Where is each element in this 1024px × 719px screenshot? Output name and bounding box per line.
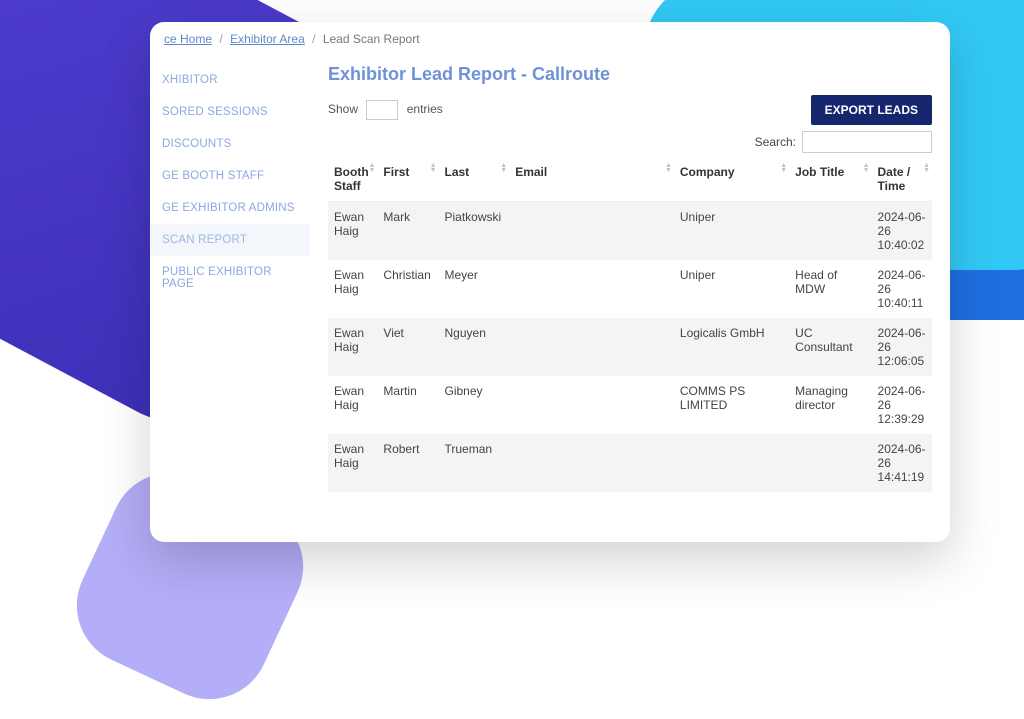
cell-date-time: 2024-06-26 14:41:19 (872, 434, 932, 492)
cell-email (509, 260, 674, 318)
breadcrumb: ce Home / Exhibitor Area / Lead Scan Rep… (150, 22, 950, 54)
cell-last: Nguyen (439, 318, 510, 376)
cell-booth-staff: Ewan Haig (328, 318, 377, 376)
th-company[interactable]: Company▲▼ (674, 159, 789, 202)
table-row: Ewan HaigRobertTrueman 2024-06-26 14:41:1… (328, 434, 932, 492)
cell-booth-staff: Ewan Haig (328, 202, 377, 261)
app-window: ce Home / Exhibitor Area / Lead Scan Rep… (150, 22, 950, 542)
sidebar-item-sponsored[interactable]: SORED SESSIONS (150, 96, 310, 128)
sidebar-item-exhibitor-admins[interactable]: GE EXHIBITOR ADMINS (150, 192, 310, 224)
cell-date-time: 2024-06-26 10:40:02 (872, 202, 932, 261)
cell-last: Meyer (439, 260, 510, 318)
cell-last: Gibney (439, 376, 510, 434)
table-row: Ewan HaigMartinGibney COMMS PS LIMITEDMan… (328, 376, 932, 434)
cell-company: Uniper (674, 260, 789, 318)
leads-table: Booth Staff▲▼ First▲▼ Last▲▼ Email▲▼ Com… (328, 159, 932, 492)
cell-job-title (789, 202, 871, 261)
cell-email (509, 434, 674, 492)
sort-icon: ▲▼ (430, 163, 437, 173)
show-label-suffix: entries (407, 102, 443, 116)
breadcrumb-current: Lead Scan Report (323, 32, 420, 46)
cell-booth-staff: Ewan Haig (328, 260, 377, 318)
export-leads-button[interactable]: EXPORT LEADS (811, 95, 932, 125)
search-label: Search: (755, 135, 796, 149)
cell-company (674, 434, 789, 492)
breadcrumb-home[interactable]: ce Home (164, 32, 212, 46)
sort-icon: ▲▼ (780, 163, 787, 173)
page-title: Exhibitor Lead Report - Callroute (328, 64, 932, 85)
th-last[interactable]: Last▲▼ (439, 159, 510, 202)
breadcrumb-exhibitor-area[interactable]: Exhibitor Area (230, 32, 305, 46)
sort-icon: ▲▼ (665, 163, 672, 173)
th-date-time[interactable]: Date / Time▲▼ (872, 159, 932, 202)
cell-first: Robert (377, 434, 438, 492)
table-row: Ewan HaigChristianMeyer UniperHead of MDW… (328, 260, 932, 318)
cell-first: Christian (377, 260, 438, 318)
cell-booth-staff: Ewan Haig (328, 434, 377, 492)
sidebar-item-public-page[interactable]: PUBLIC EXHIBITOR PAGE (150, 256, 310, 300)
cell-date-time: 2024-06-26 12:39:29 (872, 376, 932, 434)
cell-first: Martin (377, 376, 438, 434)
cell-date-time: 2024-06-26 10:40:11 (872, 260, 932, 318)
th-first[interactable]: First▲▼ (377, 159, 438, 202)
search-row: Search: (328, 131, 932, 153)
sidebar: XHIBITOR SORED SESSIONS DISCOUNTS GE BOO… (150, 54, 310, 542)
cell-date-time: 2024-06-26 12:06:05 (872, 318, 932, 376)
cell-company: Logicalis GmbH (674, 318, 789, 376)
sort-icon: ▲▼ (923, 163, 930, 173)
breadcrumb-sep: / (215, 32, 226, 46)
table-row: Ewan HaigVietNguyen Logicalis GmbHUC Cons… (328, 318, 932, 376)
th-booth-staff[interactable]: Booth Staff▲▼ (328, 159, 377, 202)
breadcrumb-sep: / (308, 32, 319, 46)
show-entries: Show entries (328, 100, 443, 120)
table-row: Ewan HaigMarkPiatkowski Uniper 2024-06-26 … (328, 202, 932, 261)
show-label-prefix: Show (328, 102, 358, 116)
sort-icon: ▲▼ (863, 163, 870, 173)
entries-input[interactable] (366, 100, 398, 120)
search-input[interactable] (802, 131, 932, 153)
cell-email (509, 376, 674, 434)
th-job-title[interactable]: Job Title▲▼ (789, 159, 871, 202)
cell-email (509, 318, 674, 376)
cell-last: Trueman (439, 434, 510, 492)
main-content: Exhibitor Lead Report - Callroute Show e… (310, 54, 950, 542)
cell-company: Uniper (674, 202, 789, 261)
cell-job-title: Head of MDW (789, 260, 871, 318)
sidebar-item-discounts[interactable]: DISCOUNTS (150, 128, 310, 160)
cell-last: Piatkowski (439, 202, 510, 261)
sidebar-item-exhibitor[interactable]: XHIBITOR (150, 64, 310, 96)
cell-first: Mark (377, 202, 438, 261)
cell-job-title: Managing director (789, 376, 871, 434)
cell-first: Viet (377, 318, 438, 376)
sidebar-item-scan-report[interactable]: SCAN REPORT (150, 224, 310, 256)
cell-job-title: UC Consultant (789, 318, 871, 376)
cell-job-title (789, 434, 871, 492)
sort-icon: ▲▼ (368, 163, 375, 173)
cell-booth-staff: Ewan Haig (328, 376, 377, 434)
cell-company: COMMS PS LIMITED (674, 376, 789, 434)
sort-icon: ▲▼ (500, 163, 507, 173)
cell-email (509, 202, 674, 261)
sidebar-item-booth-staff[interactable]: GE BOOTH STAFF (150, 160, 310, 192)
controls-row: Show entries EXPORT LEADS (328, 95, 932, 125)
th-email[interactable]: Email▲▼ (509, 159, 674, 202)
